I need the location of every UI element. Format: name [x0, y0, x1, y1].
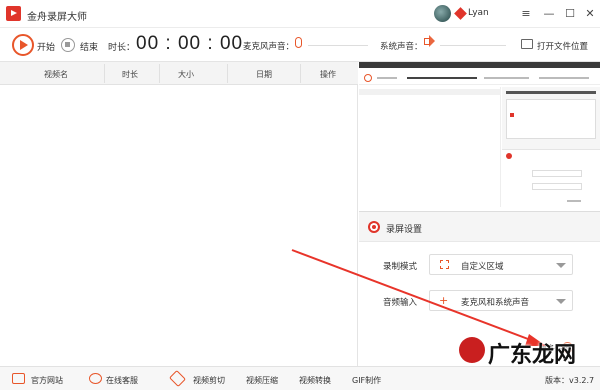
version-label: 版本：v3.2.7: [545, 376, 595, 385]
preview-line: [359, 89, 501, 95]
column-separator: [159, 64, 160, 83]
column-duration[interactable]: 时长: [122, 69, 138, 80]
stop-label[interactable]: 结束: [80, 40, 98, 53]
preview-line: [532, 170, 582, 177]
video-list-header: 视频名 时长 大小 日期 操作: [0, 62, 358, 85]
preview-toolbar: [359, 72, 600, 85]
official-site-link[interactable]: 官方网站: [31, 375, 63, 386]
chevron-down-icon: [556, 299, 566, 304]
duration-label: 时长：: [108, 43, 136, 53]
screen-preview: [359, 62, 600, 212]
region-icon: [440, 260, 449, 269]
title-bar: 金舟录屏大师 Lyan ≡ — ☐ ✕: [0, 0, 600, 28]
preview-settings: [502, 149, 600, 209]
preview-titlebar: [359, 62, 600, 68]
monitor-icon: [12, 373, 25, 384]
app-logo-icon: [6, 6, 21, 21]
column-video-name[interactable]: 视频名: [44, 69, 68, 80]
stop-record-button[interactable]: [61, 38, 75, 52]
column-size[interactable]: 大小: [178, 69, 194, 80]
mic-volume-label: 麦克风声音：: [243, 42, 295, 52]
close-button[interactable]: ✕: [582, 6, 598, 22]
audio-input-select[interactable]: + 麦克风和系统声音: [429, 290, 573, 311]
microphone-icon[interactable]: [295, 37, 302, 48]
menu-button[interactable]: ≡: [518, 6, 534, 22]
minimize-button[interactable]: —: [541, 6, 557, 22]
vip-badge-icon: [454, 7, 467, 20]
folder-icon[interactable]: [521, 39, 533, 49]
user-avatar[interactable]: [434, 5, 451, 22]
preview-line: [484, 77, 529, 79]
column-date[interactable]: 日期: [256, 69, 272, 80]
open-folder-button[interactable]: 打开文件位置: [537, 40, 588, 52]
gif-make-link[interactable]: GIF制作: [352, 375, 381, 386]
preview-list: [359, 87, 501, 207]
video-compress-link[interactable]: 视频压缩: [246, 375, 278, 386]
status-bar: 官方网站 在线客服 视频剪切 视频压缩 视频转换 GIF制作 版本：v3.2.7: [0, 366, 600, 390]
preview-line: [510, 113, 514, 117]
preview-line: [567, 200, 581, 202]
preview-record-icon: [364, 74, 372, 82]
preview-line: [532, 183, 582, 190]
record-mode-label: 录制模式: [383, 262, 418, 272]
support-icon: [89, 373, 102, 384]
video-convert-link[interactable]: 视频转换: [299, 375, 331, 386]
column-separator: [104, 64, 105, 83]
gear-icon: [368, 221, 380, 233]
record-toolbar: 开始 结束 时长： 00 : 00 : 00 麦克风声音： 系统声音： 打开文件…: [0, 29, 600, 62]
preview-gear-icon: [506, 153, 512, 159]
mic-volume-slider[interactable]: [308, 45, 368, 46]
video-cut-link[interactable]: 视频剪切: [193, 375, 225, 386]
preview-nested-screen: [502, 87, 600, 149]
system-sound-label: 系统声音：: [380, 42, 423, 52]
watermark-text: 广东龙网: [488, 342, 577, 368]
app-title: 金舟录屏大师: [27, 12, 87, 23]
record-mode-value: 自定义区域: [461, 262, 504, 272]
preview-line: [506, 91, 596, 94]
maximize-button[interactable]: ☐: [562, 6, 578, 22]
audio-input-label: 音频输入: [383, 298, 418, 308]
settings-header: 录屏设置: [359, 212, 600, 242]
column-separator: [227, 64, 228, 83]
toolbox-icon: [169, 370, 186, 387]
record-mode-select[interactable]: 自定义区域: [429, 254, 573, 275]
settings-title: 录屏设置: [386, 225, 423, 235]
preview-line: [407, 77, 477, 79]
preview-line: [377, 77, 397, 79]
watermark-logo: [459, 337, 485, 363]
record-timer: 00 : 00 : 00: [136, 33, 244, 54]
online-service-link[interactable]: 在线客服: [106, 375, 138, 386]
preview-line: [506, 99, 596, 139]
chevron-down-icon: [556, 263, 566, 268]
audio-input-value: 麦克风和系统声音: [461, 298, 530, 308]
column-separator: [300, 64, 301, 83]
audio-plus-icon: +: [439, 294, 449, 307]
start-label[interactable]: 开始: [37, 40, 55, 53]
preview-line: [539, 77, 589, 79]
column-action[interactable]: 操作: [320, 69, 336, 80]
start-record-button[interactable]: [12, 34, 34, 56]
video-list: 视频名 时长 大小 日期 操作: [0, 62, 358, 366]
speaker-icon[interactable]: [424, 35, 435, 47]
system-volume-slider[interactable]: [440, 45, 506, 46]
username[interactable]: Lyan: [468, 8, 489, 18]
